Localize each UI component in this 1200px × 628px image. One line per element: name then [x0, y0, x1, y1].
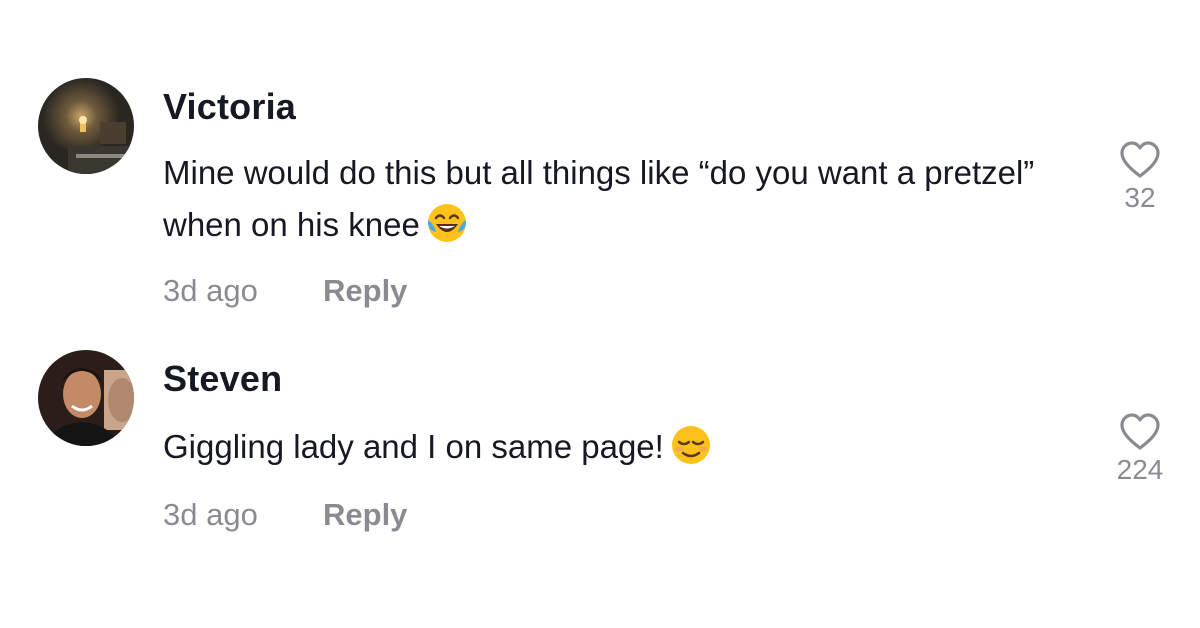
reply-button[interactable]: Reply — [323, 271, 407, 311]
comment-meta: 3d ago Reply — [163, 495, 1063, 535]
comment-meta: 3d ago Reply — [163, 271, 1063, 311]
heart-icon — [1120, 413, 1160, 450]
comment-text-content: Mine would do this but all things like “… — [163, 154, 1035, 243]
like-button[interactable]: 224 — [1100, 412, 1180, 486]
comment-text: Giggling lady and I on same page! — [163, 421, 1043, 473]
face-with-tears-of-joy-icon — [426, 202, 468, 244]
avatar[interactable] — [38, 350, 134, 446]
avatar[interactable] — [38, 78, 134, 174]
heart-icon — [1120, 141, 1160, 178]
comment-username[interactable]: Victoria — [163, 87, 1063, 127]
comment-timestamp: 3d ago — [163, 497, 258, 532]
comment-timestamp: 3d ago — [163, 273, 258, 308]
comment-item: Steven Giggling lady and I on same page!… — [0, 350, 1200, 550]
comment-text-content: Giggling lady and I on same page! — [163, 428, 664, 465]
comment-item: Victoria Mine would do this but all thin… — [0, 78, 1200, 318]
relieved-face-icon — [670, 424, 712, 466]
like-button[interactable]: 32 — [1100, 140, 1180, 214]
avatar-image — [38, 78, 134, 174]
like-count: 224 — [1116, 454, 1164, 485]
comment-username[interactable]: Steven — [163, 359, 1063, 399]
reply-button[interactable]: Reply — [323, 495, 407, 535]
comment-text: Mine would do this but all things like “… — [163, 147, 1043, 251]
avatar-image — [38, 350, 134, 446]
like-count: 32 — [1124, 182, 1156, 213]
